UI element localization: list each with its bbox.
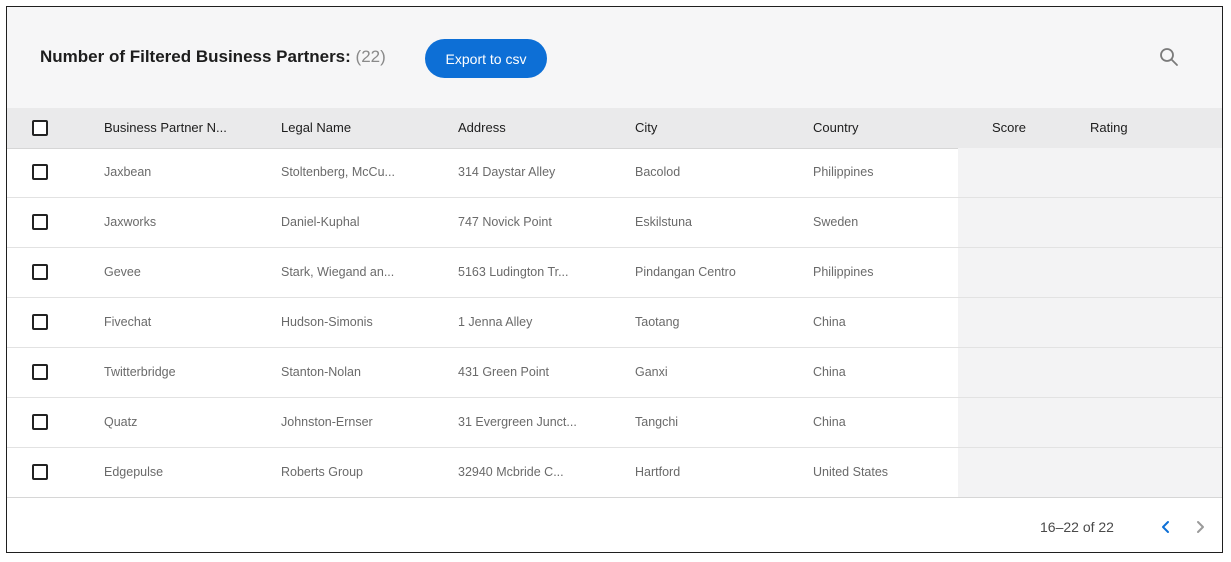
business-partners-panel: Number of Filtered Business Partners: (2… xyxy=(6,6,1223,553)
select-all-checkbox[interactable] xyxy=(32,120,48,136)
row-checkbox[interactable] xyxy=(32,464,48,480)
row-checkbox[interactable] xyxy=(32,314,48,330)
cell-city: Tangchi xyxy=(635,415,679,429)
cell-country: Philippines xyxy=(813,265,874,279)
cell-country: Sweden xyxy=(813,215,859,229)
cell-legal-name: Hudson-Simonis xyxy=(281,315,373,329)
cell-business-partner-name: Fivechat xyxy=(104,315,152,329)
row-checkbox[interactable] xyxy=(32,364,48,380)
table-row[interactable]: Jaxbean Stoltenberg, McCu... 314 Daystar A… xyxy=(7,148,1222,198)
cell-city: Pindangan Centro xyxy=(635,265,736,279)
cell-business-partner-name: Jaxworks xyxy=(104,215,157,229)
cell-country: China xyxy=(813,365,846,379)
row-checkbox[interactable] xyxy=(32,214,48,230)
table-footer: 16–22 of 22 xyxy=(7,497,1222,552)
cell-legal-name: Stark, Wiegand an... xyxy=(281,265,395,279)
cell-country: Philippines xyxy=(813,165,874,179)
page-title: Number of Filtered Business Partners: (2… xyxy=(40,47,386,67)
table-row[interactable]: Quatz Johnston-Ernser 31 Evergreen Junct..… xyxy=(7,398,1222,448)
cell-legal-name: Stanton-Nolan xyxy=(281,365,361,379)
cell-city: Taotang xyxy=(635,315,680,329)
column-header-legal-name[interactable]: Legal Name xyxy=(281,108,351,148)
cell-address: 1 Jenna Alley xyxy=(458,315,533,329)
column-header-address[interactable]: Address xyxy=(458,108,506,148)
cell-business-partner-name: Jaxbean xyxy=(104,165,152,179)
partner-count: (22) xyxy=(355,47,386,66)
cell-address: 31 Evergreen Junct... xyxy=(458,415,577,429)
cell-legal-name: Stoltenberg, McCu... xyxy=(281,165,395,179)
cell-country: United States xyxy=(813,465,889,479)
export-csv-button[interactable]: Export to csv xyxy=(425,39,547,78)
table-row[interactable]: Jaxworks Daniel-Kuphal 747 Novick Point Esk… xyxy=(7,198,1222,248)
cell-address: 5163 Ludington Tr... xyxy=(458,265,569,279)
search-icon[interactable] xyxy=(1157,45,1181,69)
cell-city: Hartford xyxy=(635,465,681,479)
pagination-range: 16–22 of 22 xyxy=(1040,519,1114,535)
cell-city: Ganxi xyxy=(635,365,668,379)
row-checkbox[interactable] xyxy=(32,164,48,180)
cell-address: 431 Green Point xyxy=(458,365,550,379)
cell-legal-name: Roberts Group xyxy=(281,465,363,479)
chevron-right-icon[interactable] xyxy=(1189,516,1211,538)
column-header-score[interactable]: Score xyxy=(992,108,1026,148)
row-checkbox[interactable] xyxy=(32,264,48,280)
table-row[interactable]: Gevee Stark, Wiegand an... 5163 Ludington … xyxy=(7,248,1222,298)
row-checkbox[interactable] xyxy=(32,414,48,430)
cell-country: China xyxy=(813,315,846,329)
cell-business-partner-name: Edgepulse xyxy=(104,465,164,479)
column-header-rating[interactable]: Rating xyxy=(1090,108,1128,148)
cell-country: China xyxy=(813,415,846,429)
cell-business-partner-name: Quatz xyxy=(104,415,138,429)
cell-legal-name: Daniel-Kuphal xyxy=(281,215,360,229)
panel-header: Number of Filtered Business Partners: (2… xyxy=(7,7,1222,108)
column-header-business-partner-name[interactable]: Business Partner N... xyxy=(104,108,227,148)
cell-business-partner-name: Gevee xyxy=(104,265,141,279)
cell-address: 32940 Mcbride C... xyxy=(458,465,564,479)
column-header-city[interactable]: City xyxy=(635,108,657,148)
chevron-left-icon[interactable] xyxy=(1155,516,1177,538)
cell-address: 314 Daystar Alley xyxy=(458,165,556,179)
cell-city: Eskilstuna xyxy=(635,215,692,229)
cell-city: Bacolod xyxy=(635,165,681,179)
table-header-row: Business Partner N... Legal Name Address… xyxy=(7,108,1222,149)
cell-legal-name: Johnston-Ernser xyxy=(281,415,373,429)
table-row[interactable]: Edgepulse Roberts Group 32940 Mcbride C...… xyxy=(7,448,1222,498)
cell-business-partner-name: Twitterbridge xyxy=(104,365,176,379)
table-row[interactable]: Fivechat Hudson-Simonis 1 Jenna Alley Taota… xyxy=(7,298,1222,348)
table-row[interactable]: Twitterbridge Stanton-Nolan 431 Green Poin… xyxy=(7,348,1222,398)
title-label: Number of Filtered Business Partners: xyxy=(40,47,351,66)
column-header-country[interactable]: Country xyxy=(813,108,859,148)
cell-address: 747 Novick Point xyxy=(458,215,552,229)
